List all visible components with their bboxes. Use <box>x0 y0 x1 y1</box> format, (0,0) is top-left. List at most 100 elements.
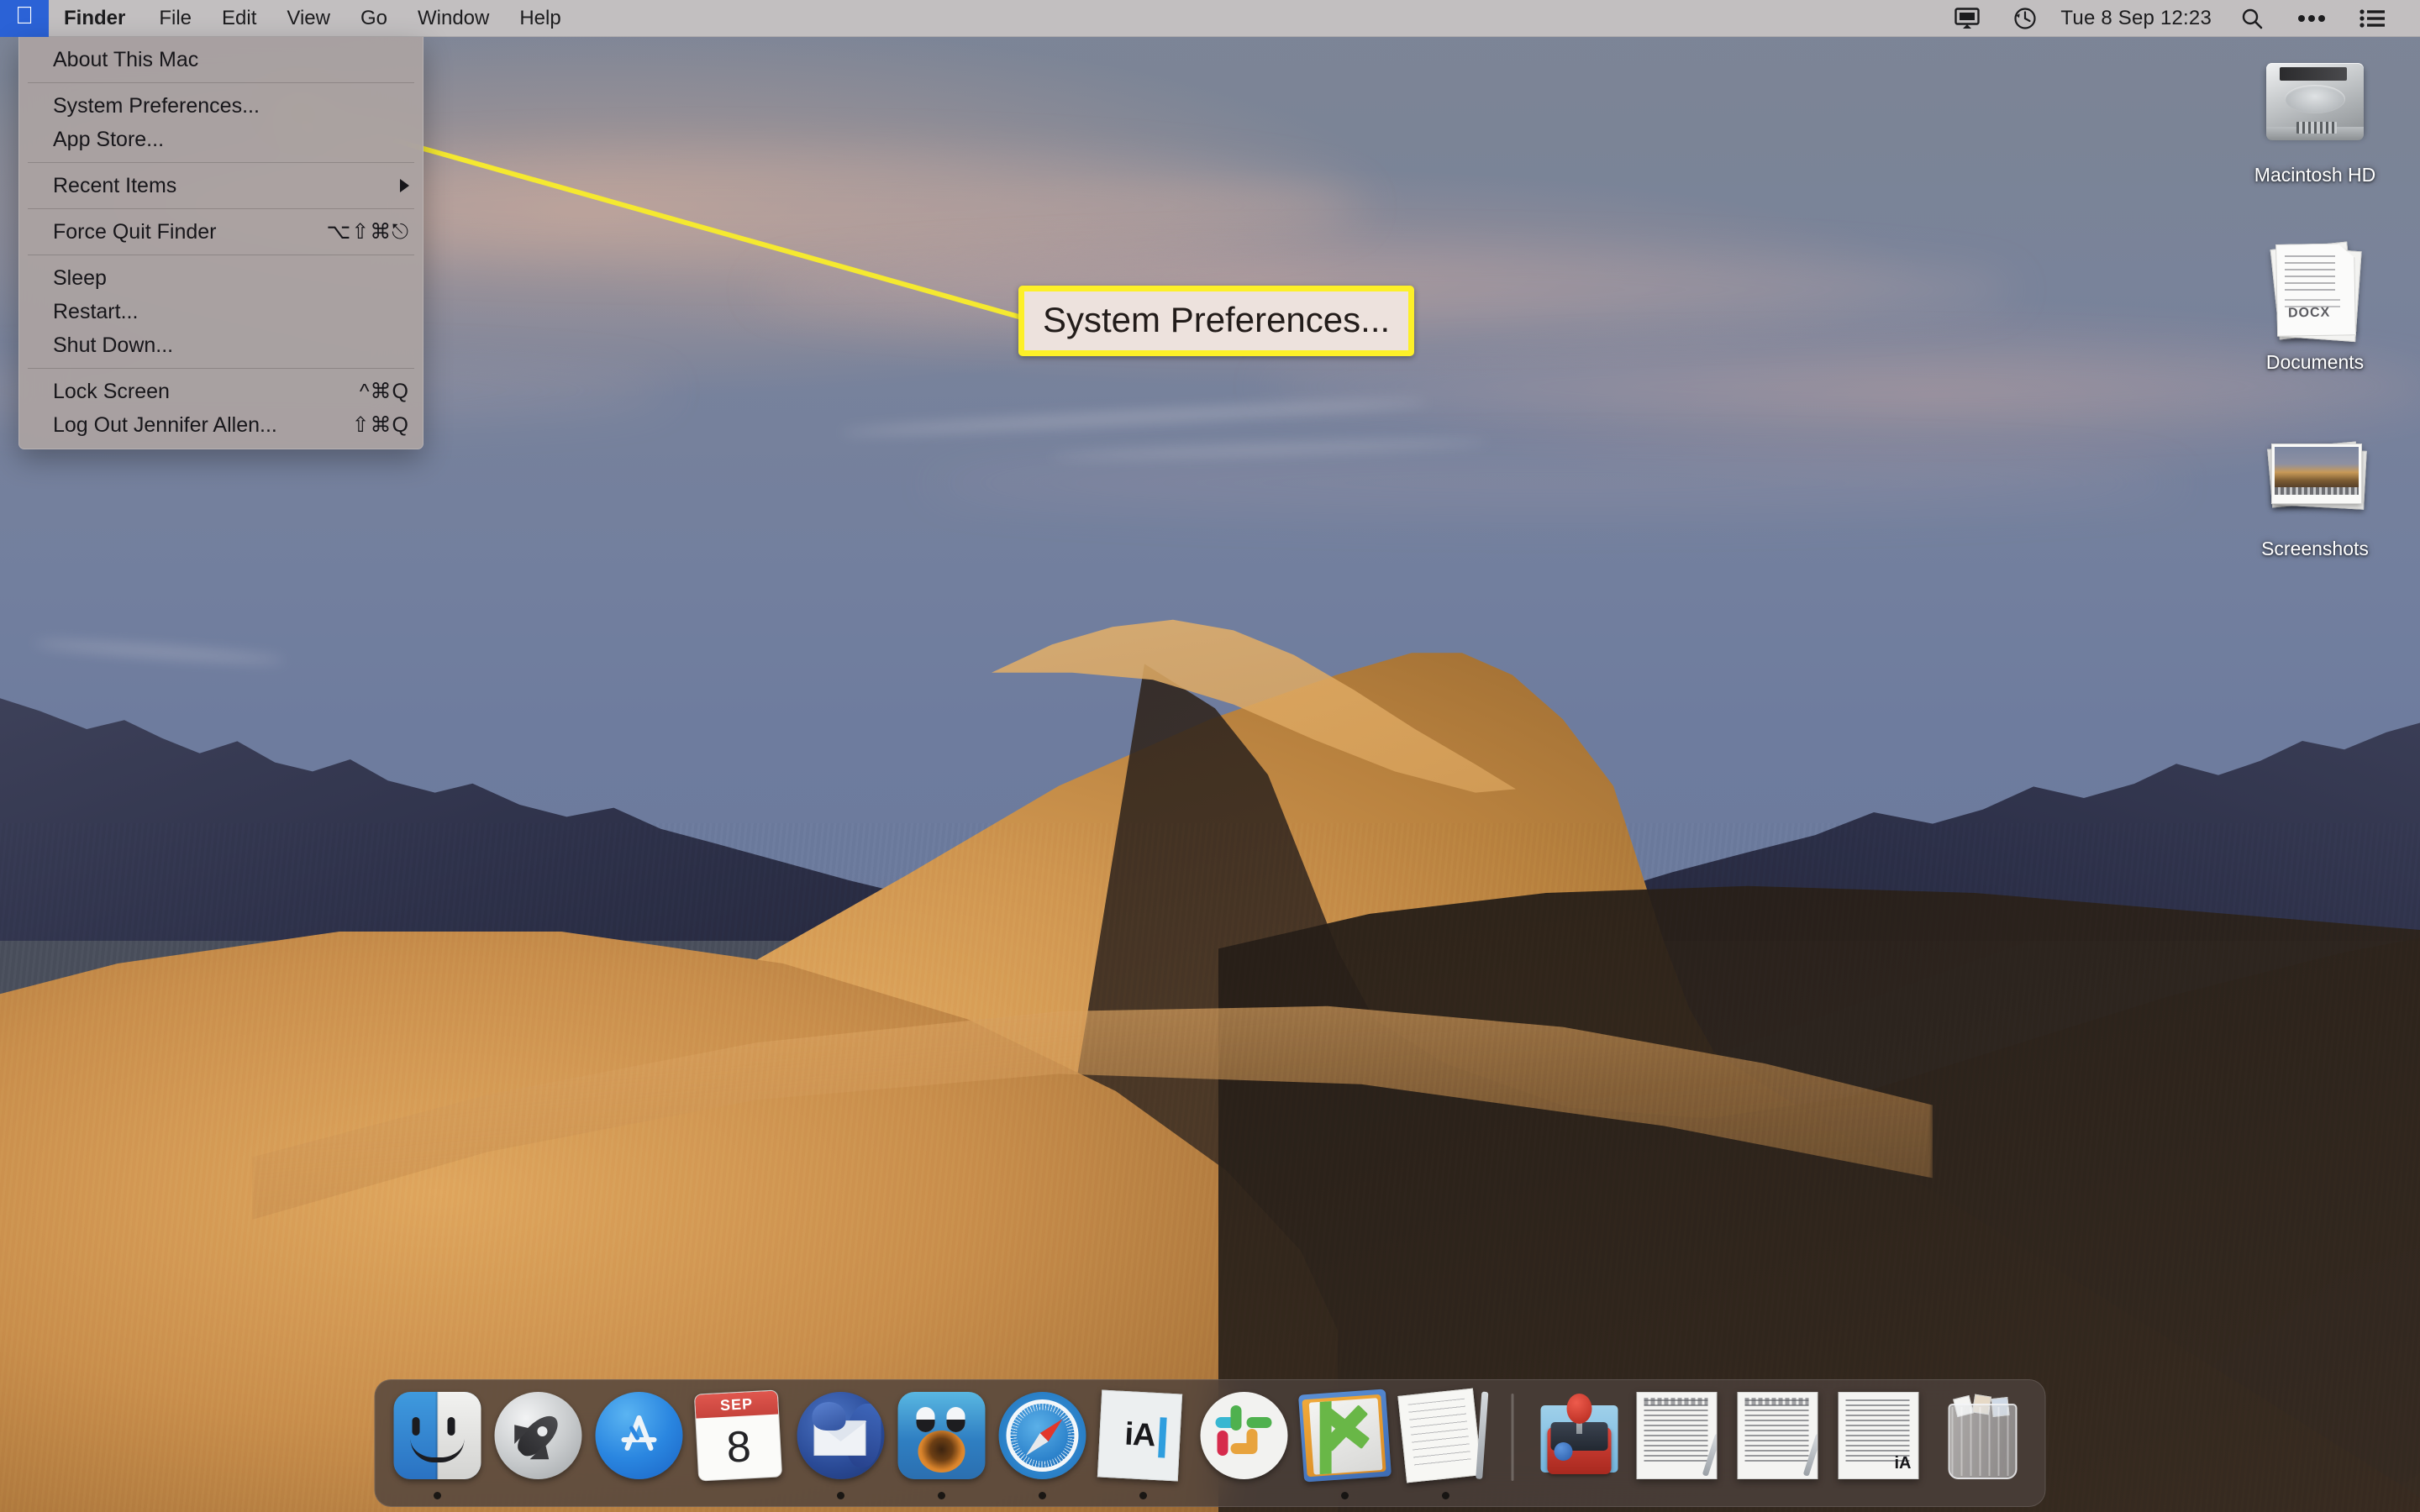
finder-icon <box>393 1392 481 1479</box>
menu-bar-clock[interactable]: Tue 8 Sep 12:23 <box>2054 7 2223 30</box>
ia-writer-icon: iA <box>1097 1389 1187 1482</box>
ia-document-icon: iA <box>1838 1392 1926 1479</box>
calendar-icon: SEP 8 <box>693 1389 784 1482</box>
documents-badge: DOCX <box>2287 305 2331 321</box>
list-icon[interactable] <box>2343 8 2402 29</box>
menu-option-label: Sleep <box>53 265 107 290</box>
menu-option-shortcut: ⇧⌘Q <box>351 413 409 437</box>
menu-option-label: Force Quit Finder <box>53 219 217 244</box>
dock-item-calendar[interactable]: SEP 8 <box>692 1389 789 1508</box>
dock-item-safari[interactable] <box>994 1390 1092 1508</box>
menu-bar-status-area: Tue 8 Sep 12:23 <box>1938 7 2420 30</box>
menu-option-label: Lock Screen <box>53 379 170 403</box>
dock-item-document-2[interactable] <box>1733 1390 1830 1508</box>
dock-item-ia-document[interactable]: iA <box>1833 1390 1931 1508</box>
desktop-icon-label: Screenshots <box>2261 538 2369 559</box>
menu-option-system-preferences[interactable]: System Preferences... <box>19 89 423 123</box>
dock: SEP 8 iA iA <box>374 1379 2046 1508</box>
running-indicator <box>1139 1492 1147 1499</box>
apple-logo-icon[interactable]:  <box>0 0 49 37</box>
document-file-icon <box>1636 1392 1724 1479</box>
dock-item-kindle[interactable] <box>1297 1389 1394 1508</box>
time-machine-icon[interactable] <box>1996 7 2054 30</box>
desktop-icon-label: Macintosh HD <box>2254 164 2376 186</box>
dock-item-thunderbird[interactable] <box>792 1390 890 1508</box>
menu-option-force-quit-finder[interactable]: Force Quit Finder ⌥⇧⌘⎋ <box>19 215 423 249</box>
menu-option-app-store[interactable]: App Store... <box>19 123 423 156</box>
menu-option-label: Log Out Jennifer Allen... <box>53 412 277 437</box>
running-indicator <box>434 1492 441 1499</box>
cloud-band <box>924 454 2185 512</box>
thunderbird-icon <box>797 1392 885 1479</box>
downloads-folder-icon <box>1536 1392 1623 1479</box>
menu-option-sleep[interactable]: Sleep <box>19 261 423 295</box>
menu-option-about-this-mac[interactable]: About This Mac <box>19 43 423 76</box>
menu-option-restart[interactable]: Restart... <box>19 295 423 328</box>
menu-option-shortcut: ^⌘Q <box>359 380 409 403</box>
callout-box: System Preferences... <box>1018 286 1415 356</box>
running-indicator <box>1341 1492 1349 1499</box>
menu-option-shut-down[interactable]: Shut Down... <box>19 328 423 362</box>
running-indicator <box>1039 1492 1046 1499</box>
dock-item-slack[interactable] <box>1196 1390 1293 1508</box>
dock-item-finder[interactable] <box>389 1390 487 1508</box>
dock-item-launchpad[interactable] <box>490 1390 587 1508</box>
calendar-day: 8 <box>725 1422 753 1473</box>
dock-separator <box>1511 1394 1514 1481</box>
screenshots-stack-icon <box>2256 420 2374 529</box>
notes-icon <box>1397 1388 1490 1483</box>
dock-item-document-1[interactable] <box>1632 1390 1729 1508</box>
menu-option-log-out[interactable]: Log Out Jennifer Allen... ⇧⌘Q <box>19 408 423 442</box>
running-indicator <box>1442 1492 1449 1499</box>
desktop-icon-documents[interactable]: DOCX Documents <box>2218 234 2412 374</box>
ia-writer-glyph: iA <box>1123 1416 1156 1454</box>
search-icon[interactable] <box>2223 7 2281 30</box>
menu-item-edit[interactable]: Edit <box>207 0 271 37</box>
display-icon[interactable] <box>1938 7 1996 29</box>
dock-item-app-store[interactable] <box>591 1390 688 1508</box>
menu-option-label: Restart... <box>53 299 139 323</box>
menu-option-label: About This Mac <box>53 47 199 71</box>
ellipsis-icon[interactable] <box>2281 14 2343 23</box>
dock-item-tweetbot[interactable] <box>893 1390 991 1508</box>
menu-item-help[interactable]: Help <box>504 0 576 37</box>
safari-icon <box>998 1392 1086 1479</box>
kindle-icon <box>1297 1389 1392 1483</box>
menu-separator <box>28 208 414 209</box>
menu-option-recent-items[interactable]: Recent Items <box>19 169 423 202</box>
trash-icon <box>1939 1392 2027 1479</box>
running-indicator <box>837 1492 844 1499</box>
submenu-arrow-icon <box>400 179 409 192</box>
running-indicator <box>938 1492 945 1499</box>
menu-option-lock-screen[interactable]: Lock Screen ^⌘Q <box>19 375 423 408</box>
dock-item-trash[interactable] <box>1934 1390 2032 1508</box>
slack-icon <box>1200 1392 1288 1479</box>
app-store-icon <box>595 1392 683 1479</box>
menu-option-label: App Store... <box>53 127 165 151</box>
dock-item-notes[interactable] <box>1397 1388 1495 1508</box>
menu-bar:  Finder File Edit View Go Window Help T… <box>0 0 2420 37</box>
menu-item-finder[interactable]: Finder <box>49 0 144 37</box>
desktop-icon-macintosh-hd[interactable]: Macintosh HD <box>2218 46 2412 186</box>
launchpad-icon <box>494 1392 582 1479</box>
menu-separator <box>28 82 414 83</box>
menu-item-window[interactable]: Window <box>402 0 504 37</box>
tweetbot-icon <box>897 1392 986 1479</box>
dock-item-downloads[interactable] <box>1531 1390 1628 1508</box>
menu-item-file[interactable]: File <box>144 0 207 37</box>
menu-separator <box>28 368 414 369</box>
ia-document-glyph: iA <box>1894 1454 1912 1473</box>
apple-menu-dropdown: About This Mac System Preferences... App… <box>18 37 424 449</box>
menu-option-label: System Preferences... <box>53 93 260 118</box>
menu-option-label: Shut Down... <box>53 333 174 357</box>
dock-item-ia-writer[interactable]: iA <box>1095 1389 1192 1508</box>
menu-item-go[interactable]: Go <box>345 0 402 37</box>
document-file-icon <box>1737 1392 1825 1479</box>
callout-text: System Preferences... <box>1043 300 1391 339</box>
menu-option-label: Recent Items <box>53 173 177 197</box>
menu-item-view[interactable]: View <box>271 0 345 37</box>
menu-option-shortcut: ⌥⇧⌘⎋ <box>326 220 409 244</box>
documents-stack-icon: DOCX <box>2256 234 2374 343</box>
desktop-icon-screenshots[interactable]: Screenshots <box>2218 420 2412 560</box>
menu-separator <box>28 162 414 163</box>
